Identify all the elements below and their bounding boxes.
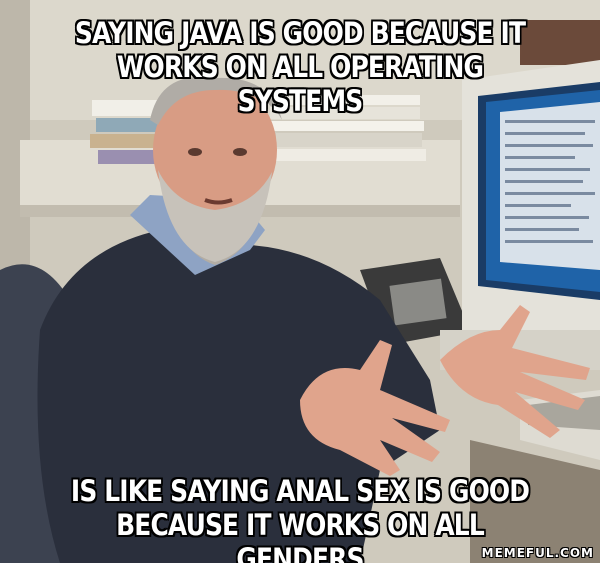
- watermark: MEMEFUL.COM: [481, 546, 594, 560]
- bottom-caption: IS LIKE SAYING ANAL SEX IS GOOD BECAUSE …: [70, 474, 530, 563]
- meme-image: SAYING JAVA IS GOOD BECAUSE IT WORKS ON …: [0, 0, 600, 563]
- top-caption: SAYING JAVA IS GOOD BECAUSE IT WORKS ON …: [74, 16, 526, 118]
